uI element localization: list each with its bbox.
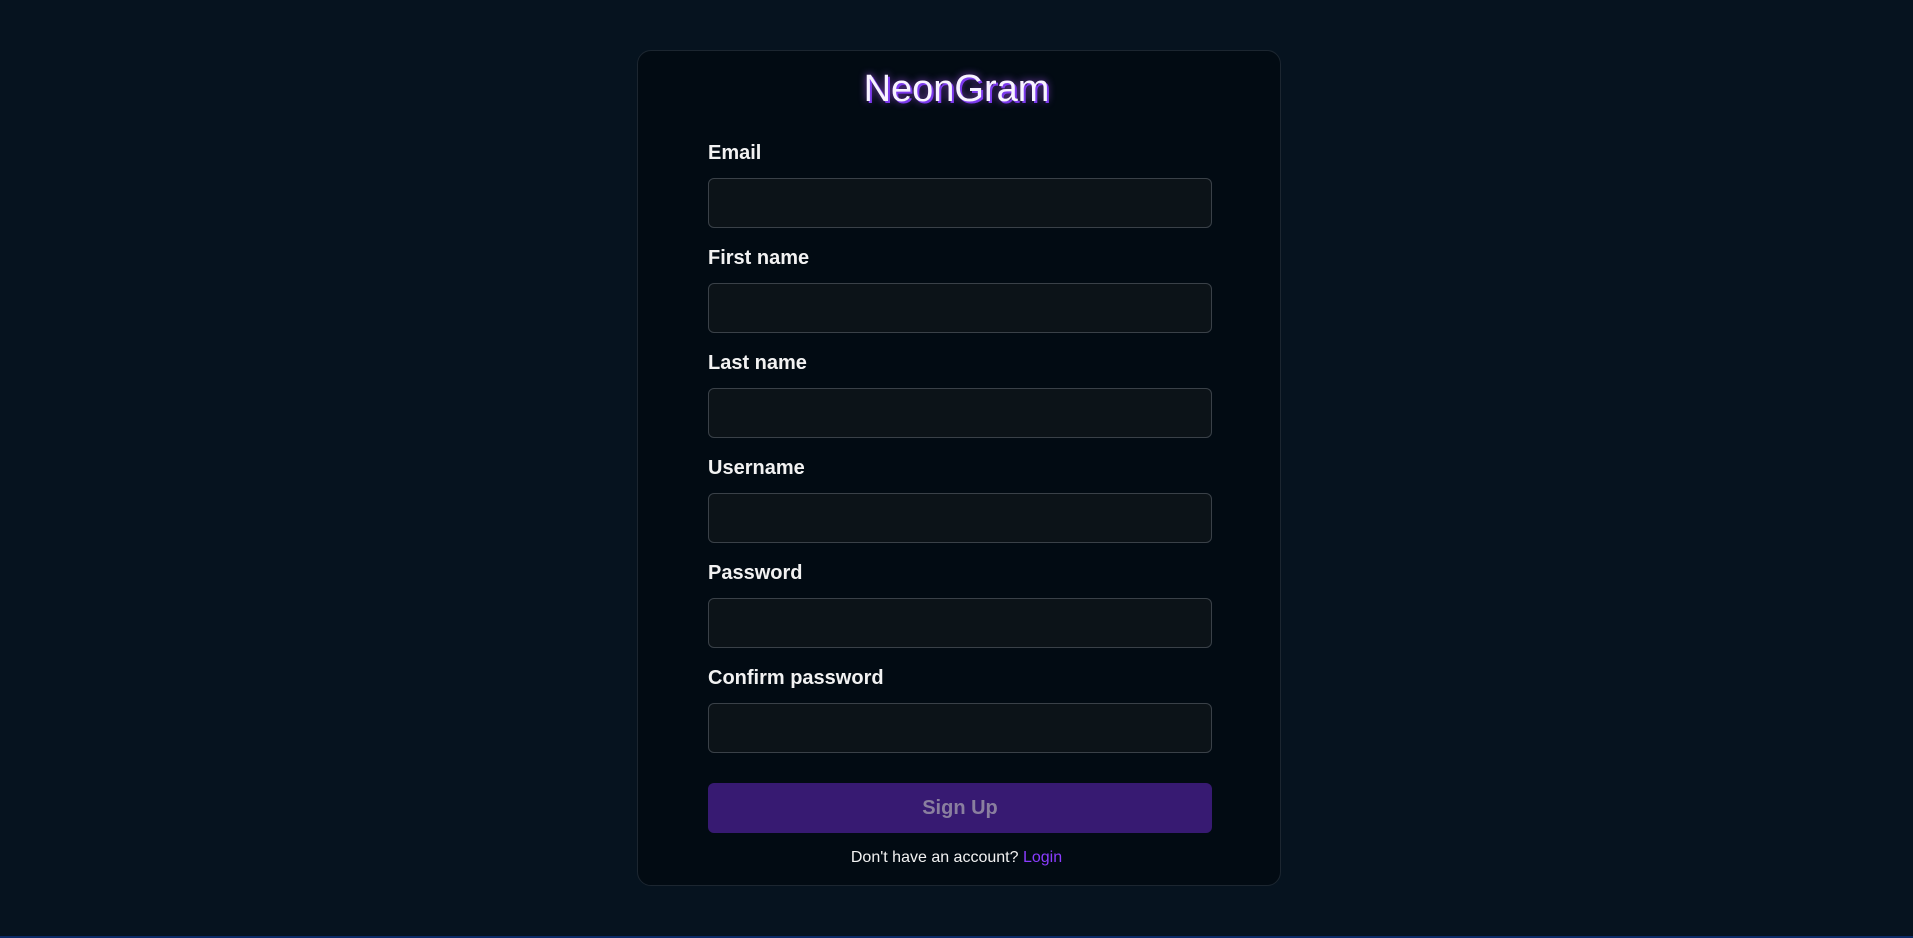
email-label: Email — [708, 142, 762, 164]
sign-up-button[interactable]: Sign Up — [708, 783, 1212, 833]
login-link[interactable]: Login — [1023, 849, 1062, 866]
first-name-field[interactable] — [708, 283, 1212, 333]
last-name-label: Last name — [708, 352, 807, 374]
email-field[interactable] — [708, 178, 1212, 228]
last-name-field[interactable] — [708, 388, 1212, 438]
password-label: Password — [708, 562, 803, 584]
username-field[interactable] — [708, 493, 1212, 543]
app-logo-title: NeonGram — [863, 68, 1050, 110]
password-field[interactable] — [708, 598, 1212, 648]
username-label: Username — [708, 457, 805, 479]
confirm-password-label: Confirm password — [708, 667, 884, 689]
login-prompt: Don't have an account? Login — [0, 849, 1913, 867]
confirm-password-field[interactable] — [708, 703, 1212, 753]
login-prompt-text: Don't have an account? — [850, 849, 1019, 866]
first-name-label: First name — [708, 247, 810, 269]
